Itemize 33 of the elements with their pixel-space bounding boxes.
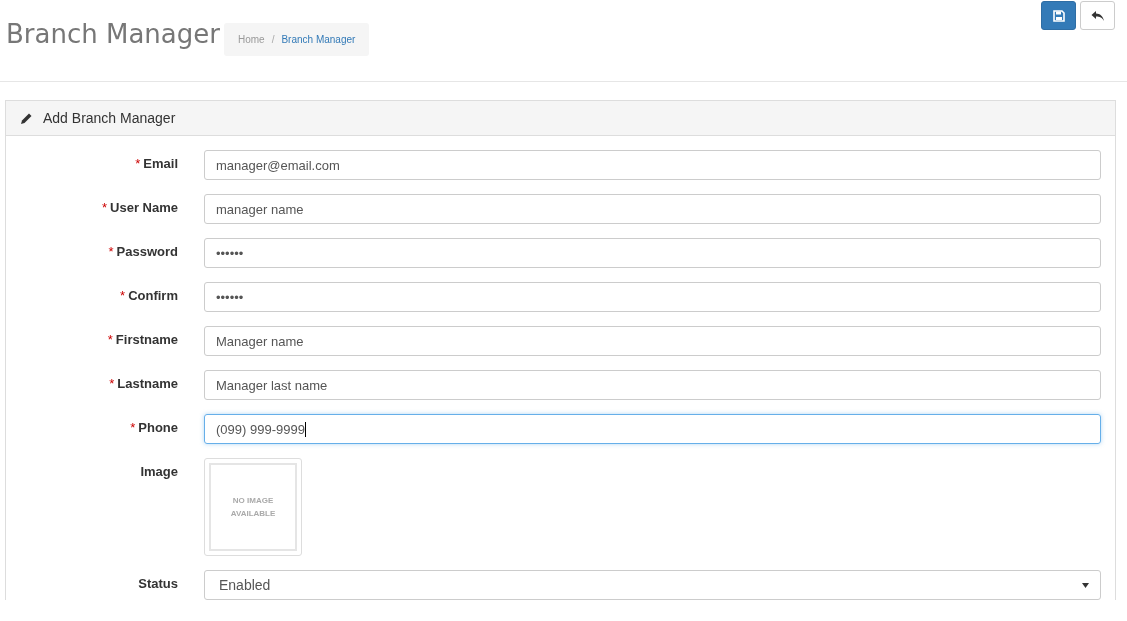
breadcrumb-link[interactable]: Branch Manager [281, 34, 356, 45]
input-field[interactable]: manager name [204, 194, 1101, 224]
field-label: User Name [110, 200, 178, 215]
required-asterisk: * [107, 332, 113, 347]
page-title: Branch Manager [6, 18, 220, 51]
field-label: Confirm [128, 288, 178, 303]
field-label: Email [143, 156, 178, 171]
required-asterisk: * [109, 376, 115, 391]
field-label: Status [138, 576, 178, 591]
required-asterisk: * [102, 200, 108, 215]
field-label: Firstname [115, 332, 178, 347]
save-button[interactable] [1041, 1, 1076, 30]
back-button[interactable] [1080, 1, 1115, 30]
input-field[interactable]: •••••• [204, 282, 1101, 312]
field-label: Password [116, 244, 178, 259]
dropdown-caret-icon [1082, 582, 1089, 588]
input-field[interactable]: Manager last name [204, 370, 1101, 400]
input-field[interactable]: manager@email.com [204, 150, 1101, 180]
pencil-icon [20, 111, 33, 125]
field-label: Lastname [117, 376, 178, 391]
input-field[interactable]: Manager name [204, 326, 1101, 356]
input-field[interactable]: (099) 999-9999 [204, 414, 1101, 444]
required-asterisk: * [130, 420, 136, 435]
required-asterisk: * [135, 156, 141, 171]
required-asterisk: * [120, 288, 126, 303]
status-select[interactable]: Enabled [204, 570, 1101, 600]
field-label: Image [140, 464, 178, 479]
required-asterisk: * [108, 244, 114, 259]
panel-title: Add Branch Manager [43, 110, 176, 126]
field-label: Phone [138, 420, 178, 435]
breadcrumb-separator: / [271, 34, 275, 45]
reply-arrow-icon [1090, 9, 1105, 22]
input-field[interactable]: •••••• [204, 238, 1101, 268]
